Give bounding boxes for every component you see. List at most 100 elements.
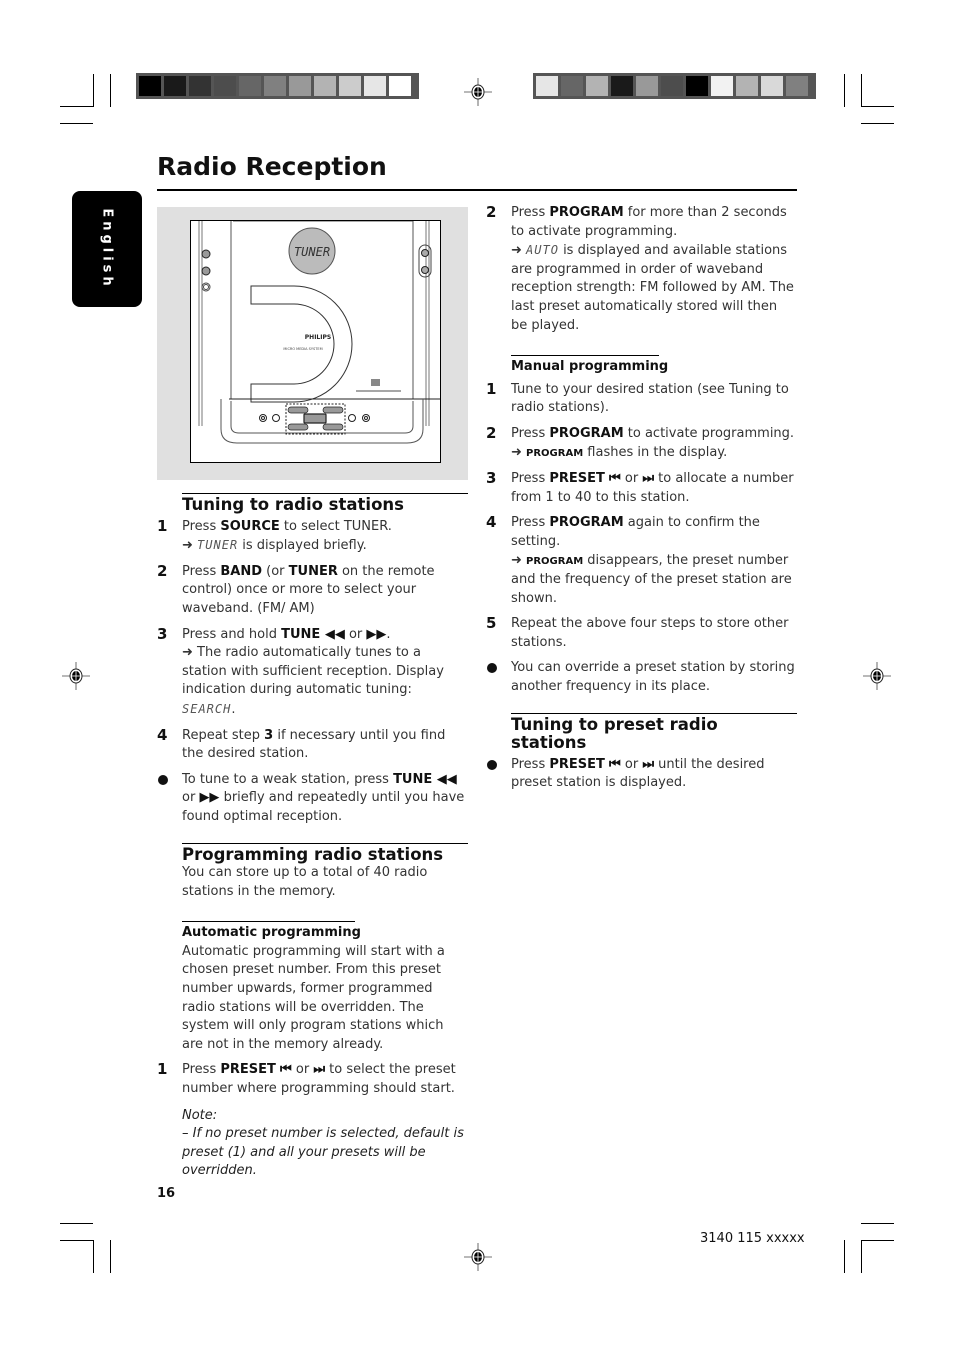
step-item: 3 Press PRESET ⏮ or ⏭ to allocate a numbe… [486, 469, 797, 507]
color-bar-right-swatch [561, 76, 583, 96]
step-text: Press BAND (or TUNER on the remote contr… [182, 563, 435, 616]
step-item: 1 Tune to your desired station (see Tunin… [486, 379, 797, 418]
crop-mark [93, 1240, 94, 1273]
crop-mark [844, 1240, 845, 1273]
crop-mark [60, 123, 93, 124]
bullet-item: You can override a preset station by sto… [486, 659, 797, 696]
crop-mark [861, 1240, 862, 1273]
subsection-rule [511, 355, 659, 357]
step-number: 3 [486, 469, 497, 488]
programming-intro: You can store up to a total of 40 radio … [182, 865, 428, 899]
crop-mark [861, 106, 894, 107]
step-number: 2 [157, 561, 168, 580]
step-text: Press PROGRAM again to confirm the setti… [511, 515, 792, 606]
step-number: 1 [486, 379, 497, 398]
color-bar-right-swatch [636, 76, 658, 96]
color-bar-right-swatch [786, 76, 808, 96]
automatic-intro: Automatic programming will start with a … [182, 943, 445, 1052]
language-tab: English [72, 191, 142, 307]
right-column: 2 Press PROGRAM for more than 2 seconds t… [486, 203, 797, 800]
step-number: 1 [157, 1060, 168, 1079]
step-item: 1 Press SOURCE to select TUNER. ➜ TUNER is… [157, 516, 468, 556]
note-text: – If no preset number is selected, defau… [182, 1126, 464, 1179]
crop-mark [60, 1240, 94, 1241]
color-bar-right-swatch [661, 76, 683, 96]
color-bar-right-swatch [686, 76, 708, 96]
color-bar-right-swatch [736, 76, 758, 96]
step-text: Press PROGRAM to activate programming. ➜ … [511, 425, 795, 460]
crop-mark [110, 74, 111, 107]
section-rule [182, 842, 468, 844]
color-bar-left-swatch [314, 76, 336, 96]
step-text: Press PRESET ⏮ or ⏭ to allocate a number… [511, 471, 794, 505]
bullet-icon [487, 759, 497, 770]
step-text: Press SOURCE to select TUNER. ➜ TUNER is … [182, 518, 392, 554]
step-item: 3 Press and hold TUNE ◀◀ or ▶▶. ➜ The radi… [157, 624, 468, 720]
note-label: Note: [182, 1107, 218, 1123]
step-number: 2 [486, 203, 497, 221]
color-bar-left-swatch [139, 76, 161, 96]
document-code: 3140 115 xxxxx [700, 1231, 805, 1246]
section-heading-preset: Tuning to preset radio stations [511, 714, 718, 753]
bullet-icon [158, 774, 168, 785]
color-bar-right-swatch [761, 76, 783, 96]
crop-mark [861, 1240, 894, 1241]
step-item: 4 Repeat step 3 if necessary until you fi… [157, 726, 468, 764]
color-bar-left-swatch [364, 76, 386, 96]
step-text: Repeat step 3 if necessary until you fin… [182, 727, 446, 762]
step-number: 4 [486, 513, 497, 532]
device-illustration: TUNER PHILIPS MICRO MEDIA SYSTEM [198, 220, 440, 444]
step-item: 4 Press PROGRAM again to confirm the sett… [486, 513, 797, 608]
color-bar-left-swatch [239, 76, 261, 96]
bullet-icon [487, 663, 497, 674]
bullet-item: To tune to a weak station, press TUNE ◀◀… [157, 771, 468, 827]
step-item: 2 Press PROGRAM to activate programming. ➜… [486, 423, 797, 463]
step-number: 1 [157, 516, 168, 535]
registration-mark-icon [464, 1243, 492, 1271]
left-column: Tuning to radio stations 1 Press SOURCE t… [157, 493, 468, 1181]
registration-mark-icon [464, 78, 492, 106]
step-item: 2 Press PROGRAM for more than 2 seconds t… [486, 203, 797, 335]
page-number: 16 [157, 1186, 176, 1201]
section-rule [511, 712, 797, 714]
brand-logo: PHILIPS [305, 334, 331, 341]
step-number: 5 [486, 614, 497, 633]
section-heading-programming: Programming radio stations [182, 844, 444, 864]
crop-mark [861, 1223, 894, 1224]
step-text: Repeat the above four steps to store oth… [511, 616, 789, 650]
color-bar-right-swatch [611, 76, 633, 96]
crop-mark [861, 123, 894, 124]
color-bar-left-swatch [214, 76, 236, 96]
step-item: 5 Repeat the above four steps to store ot… [486, 614, 797, 652]
crop-mark [93, 74, 94, 106]
subsection-heading-manual: Manual programming [511, 359, 669, 375]
lcd-display-text: TUNER [294, 245, 330, 259]
step-text: You can override a preset station by sto… [511, 660, 795, 695]
title-rule [157, 189, 797, 191]
color-bar-left-swatch [164, 76, 186, 96]
color-bar-left-swatch [264, 76, 286, 96]
color-bar-right-swatch [536, 76, 558, 96]
step-text: To tune to a weak station, press TUNE ◀◀… [182, 771, 465, 824]
registration-mark-icon [62, 662, 90, 690]
subsection-heading-automatic: Automatic programming [182, 925, 361, 941]
page-title: Radio Reception [157, 152, 387, 181]
step-number: 3 [157, 624, 168, 643]
crop-mark [110, 1240, 111, 1273]
subsection-rule [182, 921, 355, 923]
color-bar-left-swatch [389, 76, 411, 96]
crop-mark [60, 1223, 93, 1224]
step-item: 2 Press BAND (or TUNER on the remote cont… [157, 561, 468, 619]
registration-mark-icon [863, 662, 891, 690]
step-text: Press PROGRAM for more than 2 seconds to… [511, 205, 794, 333]
manual-steps: 1 Tune to your desired station (see Tunin… [486, 379, 797, 697]
section-rule [182, 493, 468, 494]
color-bar-left-swatch [289, 76, 311, 96]
preset-steps: Press PRESET ⏮ or ⏭ until the desired pr… [486, 756, 797, 793]
crop-mark [844, 74, 845, 107]
step-number: 2 [486, 423, 497, 442]
step-text: Press and hold TUNE ◀◀ or ▶▶. ➜ The radio… [182, 626, 444, 717]
section-heading-tuning: Tuning to radio stations [182, 495, 404, 514]
color-calibration-bar-left [136, 73, 419, 99]
step-text: Press PRESET ⏮ or ⏭ to select the preset… [182, 1062, 456, 1097]
